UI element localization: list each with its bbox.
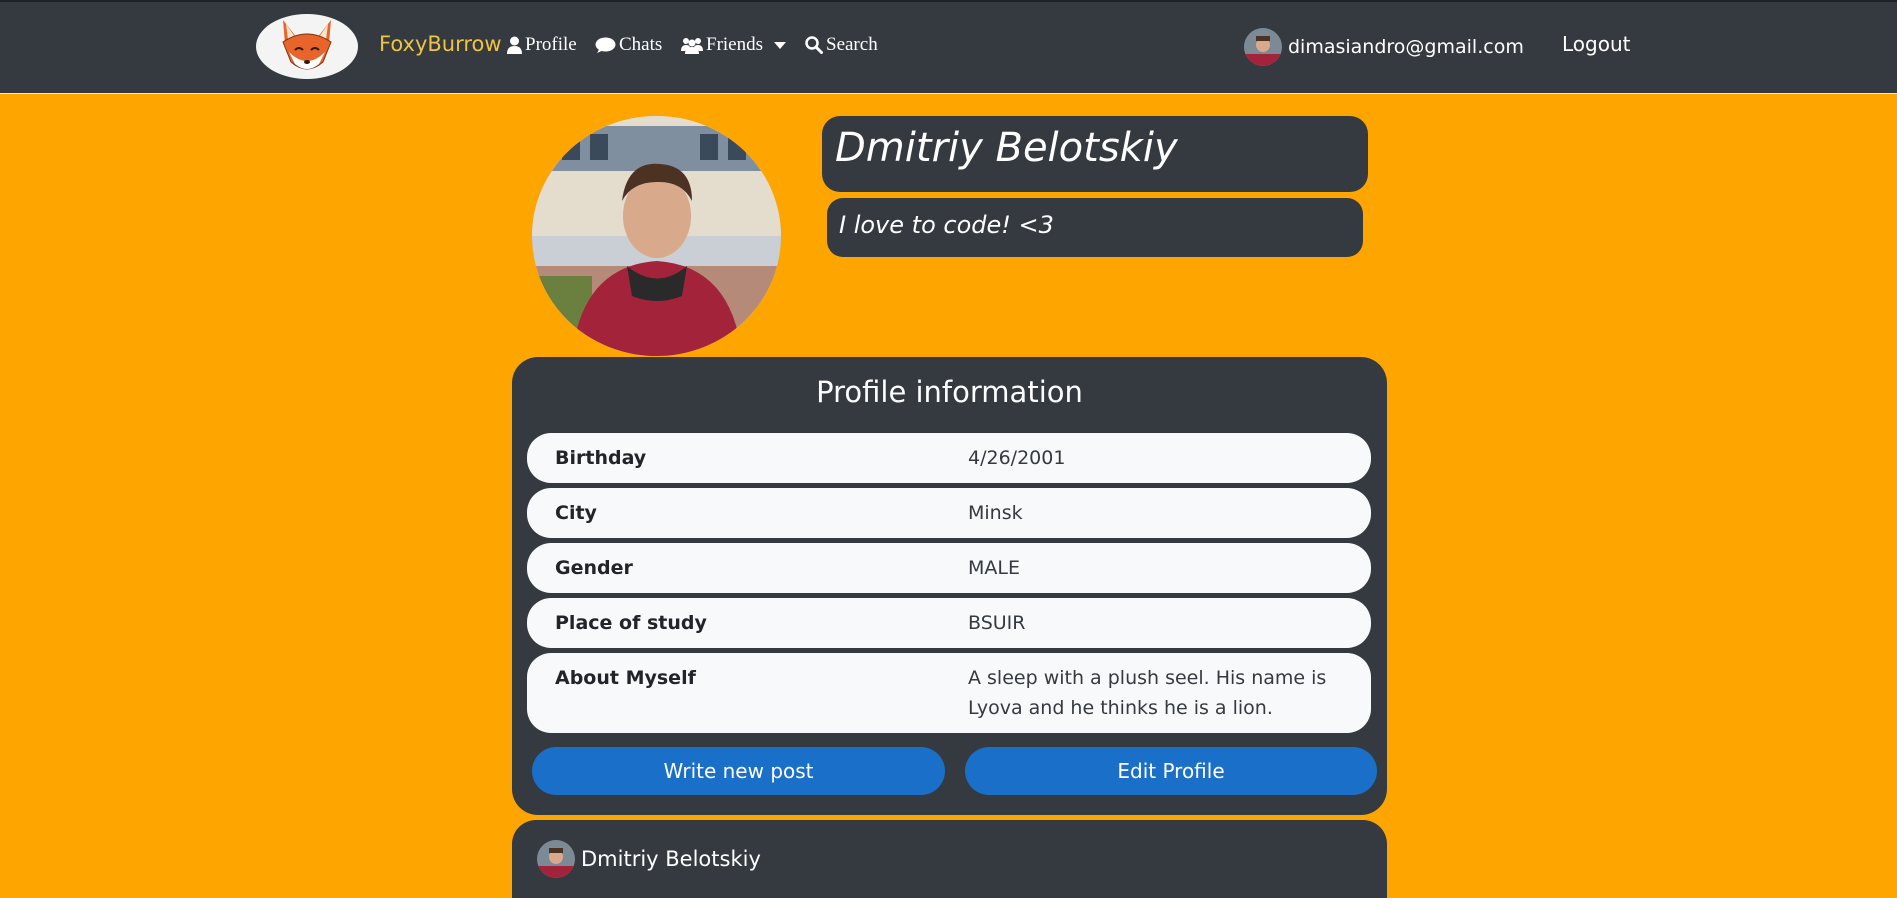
users-icon xyxy=(681,37,703,54)
write-new-post-button[interactable]: Write new post xyxy=(532,747,945,795)
avatar xyxy=(1244,28,1282,66)
user-email: dimasiandro@gmail.com xyxy=(1288,36,1524,58)
info-value: MALE xyxy=(968,557,1020,579)
nav-friends-dropdown[interactable]: Friends xyxy=(681,34,786,56)
profile-name-box: Dmitriy Belotskiy xyxy=(822,116,1368,192)
post-author-name: Dmitriy Belotskiy xyxy=(581,847,761,871)
navbar: FoxyBurrow Profile Chats Friends Search … xyxy=(0,0,1897,94)
info-label: Place of study xyxy=(555,612,707,634)
chat-bubble-icon xyxy=(595,37,616,53)
info-row-about-myself: About Myself A sleep with a plush seel. … xyxy=(527,653,1371,733)
info-row-place-of-study: Place of study BSUIR xyxy=(527,598,1371,648)
profile-status-box: I love to code! <3 xyxy=(827,198,1363,257)
fox-logo-icon[interactable] xyxy=(256,14,358,79)
profile-photo xyxy=(532,116,781,356)
edit-profile-button[interactable]: Edit Profile xyxy=(965,747,1377,795)
brand-link[interactable]: FoxyBurrow xyxy=(379,32,502,56)
profile-status: I love to code! <3 xyxy=(839,211,1054,239)
info-value: 4/26/2001 xyxy=(968,447,1066,469)
info-row-birthday: Birthday 4/26/2001 xyxy=(527,433,1371,483)
nav-profile-label: Profile xyxy=(525,34,577,55)
nav-search-label: Search xyxy=(826,34,878,55)
info-value: BSUIR xyxy=(968,612,1026,634)
profile-info-card: Profile information Birthday 4/26/2001 C… xyxy=(512,357,1387,815)
nav-search-link[interactable]: Search xyxy=(805,34,878,56)
post-author[interactable]: Dmitriy Belotskiy xyxy=(537,840,761,878)
nav-chats-link[interactable]: Chats xyxy=(595,34,662,56)
info-label: Gender xyxy=(555,557,633,579)
info-label: City xyxy=(555,502,597,524)
user-icon xyxy=(507,36,522,54)
avatar xyxy=(537,840,575,878)
chevron-down-icon xyxy=(774,41,786,49)
profile-name: Dmitriy Belotskiy xyxy=(835,125,1178,171)
profile-info-title: Profile information xyxy=(816,375,1083,409)
logout-link[interactable]: Logout xyxy=(1562,32,1630,56)
nav-chats-label: Chats xyxy=(619,34,663,55)
nav-friends-label: Friends xyxy=(706,34,763,55)
search-icon xyxy=(805,36,823,54)
info-value: A sleep with a plush seel. His name is L… xyxy=(968,667,1327,719)
info-value: Minsk xyxy=(968,502,1023,524)
info-label: Birthday xyxy=(555,447,647,469)
info-row-gender: Gender MALE xyxy=(527,543,1371,593)
current-user[interactable]: dimasiandro@gmail.com xyxy=(1244,28,1524,66)
nav-profile-link[interactable]: Profile xyxy=(507,34,577,56)
info-label: About Myself xyxy=(555,667,696,689)
info-row-city: City Minsk xyxy=(527,488,1371,538)
post-card: Dmitriy Belotskiy xyxy=(512,820,1387,898)
